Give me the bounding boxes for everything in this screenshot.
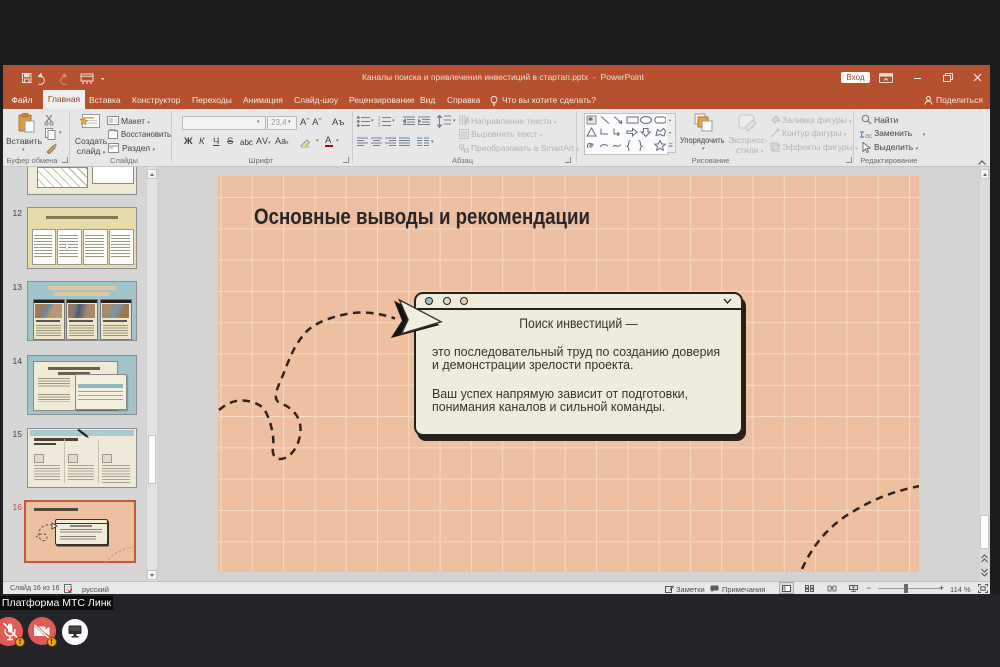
svg-text:3: 3 <box>378 123 381 127</box>
svg-text:А: А <box>465 117 469 125</box>
svg-text:ac: ac <box>865 133 872 139</box>
